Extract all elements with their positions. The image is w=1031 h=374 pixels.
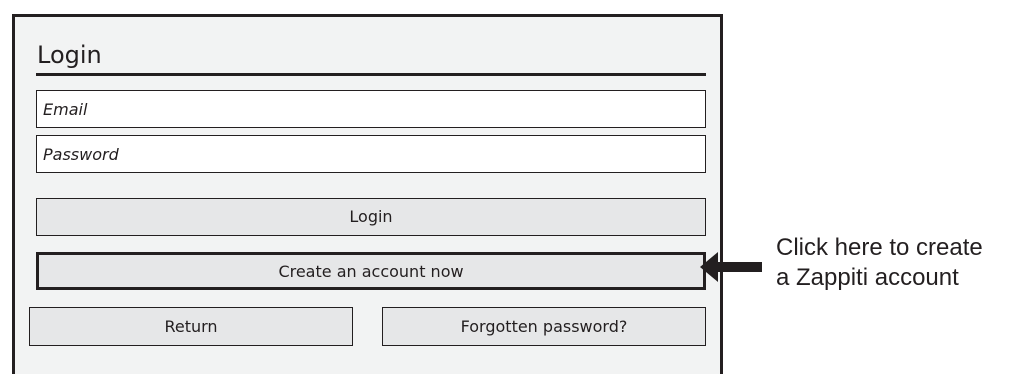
password-field[interactable] <box>36 135 706 173</box>
email-field[interactable] <box>36 90 706 128</box>
return-button[interactable]: Return <box>29 307 353 346</box>
login-panel: Login Login Create an account now Return… <box>12 14 723 374</box>
annotation-line-2: a Zappiti account <box>776 264 959 291</box>
title-divider <box>36 73 706 76</box>
annotation-line-1: Click here to create <box>776 234 983 261</box>
login-title: Login <box>37 41 102 69</box>
left-arrow-icon <box>700 252 762 282</box>
annotation-callout: Click here to create a Zappiti account <box>776 233 983 293</box>
create-account-button[interactable]: Create an account now <box>36 252 706 290</box>
login-button[interactable]: Login <box>36 198 706 236</box>
forgotten-password-button[interactable]: Forgotten password? <box>382 307 706 346</box>
